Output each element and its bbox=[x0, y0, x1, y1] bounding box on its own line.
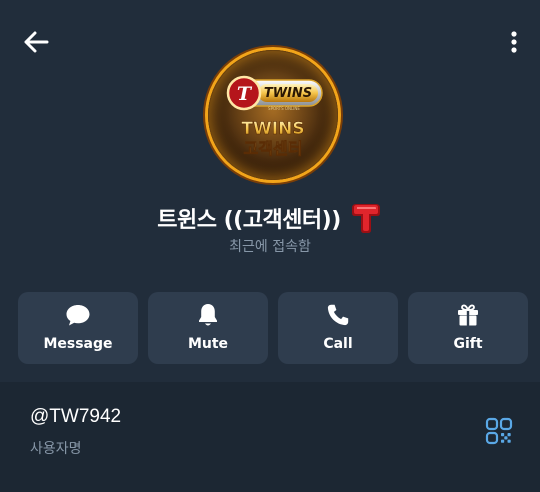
avatar-badge-text: TWINS bbox=[264, 86, 312, 101]
mute-label: Mute bbox=[187, 336, 229, 352]
more-vertical-icon bbox=[511, 31, 517, 53]
avatar[interactable]: T TWINS SPORTS ONLINE TWINS 고객센터 bbox=[208, 50, 338, 180]
qr-code-button[interactable] bbox=[484, 416, 514, 446]
mute-button[interactable]: Mute bbox=[148, 292, 268, 364]
message-label: Message bbox=[43, 336, 113, 352]
qr-code-icon bbox=[485, 417, 513, 445]
phone-icon bbox=[327, 304, 349, 326]
avatar-logo-letter: T bbox=[237, 83, 253, 105]
arrow-left-icon bbox=[24, 31, 49, 53]
gift-button[interactable]: Gift bbox=[408, 292, 528, 364]
message-button[interactable]: Message bbox=[18, 292, 138, 364]
bell-icon bbox=[199, 304, 217, 326]
gift-icon bbox=[458, 304, 478, 326]
call-label: Call bbox=[323, 336, 353, 352]
gift-label: Gift bbox=[453, 336, 483, 352]
avatar-sub-text: SPORTS ONLINE bbox=[268, 106, 300, 111]
avatar-title-line2: 고객센터 bbox=[244, 139, 303, 158]
username-card: @TW7942 사용자명 bbox=[0, 382, 540, 492]
avatar-title-line1: TWINS bbox=[241, 119, 304, 139]
username-caption: 사용자명 bbox=[30, 441, 82, 457]
username-value[interactable]: @TW7942 bbox=[30, 406, 121, 428]
message-icon bbox=[66, 305, 90, 326]
back-button[interactable] bbox=[18, 26, 54, 58]
verified-t-badge-icon bbox=[351, 204, 380, 233]
profile-name-row: 트윈스 ((고객센터)) bbox=[0, 198, 540, 238]
action-buttons: Message Mute Call Gift bbox=[18, 292, 528, 364]
profile-name: 트윈스 ((고객센터)) bbox=[157, 208, 341, 233]
call-button[interactable]: Call bbox=[278, 292, 398, 364]
last-seen-status: 최근에 접속함 bbox=[229, 239, 311, 255]
more-options-button[interactable] bbox=[500, 26, 528, 58]
